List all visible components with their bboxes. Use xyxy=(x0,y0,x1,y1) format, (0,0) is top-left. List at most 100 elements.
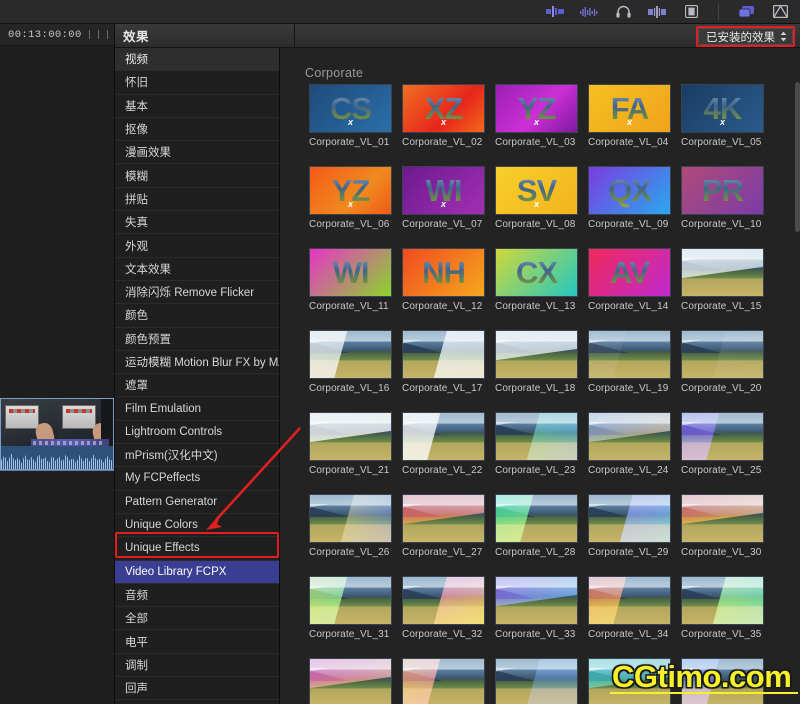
effect-thumbnail[interactable] xyxy=(681,576,764,625)
sidebar-item-22[interactable]: Video Library FCPX xyxy=(115,560,280,584)
grid-scrollbar[interactable] xyxy=(795,82,800,232)
effect-cell[interactable]: 4K x Corporate_VL_05 xyxy=(681,84,764,148)
effect-thumbnail[interactable]: YZ x xyxy=(309,166,392,215)
sidebar-item-11[interactable]: 颜色 xyxy=(115,304,280,328)
headphones-icon[interactable] xyxy=(613,4,633,19)
effect-thumbnail[interactable] xyxy=(495,494,578,543)
effect-cell[interactable]: Corporate_VL_25 xyxy=(681,412,764,476)
sidebar-item-27[interactable]: 回声 xyxy=(115,677,280,701)
effect-cell[interactable]: Corporate_VL_26 xyxy=(309,494,392,558)
effect-cell[interactable]: Corporate_VL_28 xyxy=(495,494,578,558)
effect-thumbnail[interactable] xyxy=(588,412,671,461)
effect-cell[interactable]: WI Corporate_VL_11 xyxy=(309,248,392,312)
effects-browser-icon[interactable] xyxy=(736,4,756,19)
effect-thumbnail[interactable]: PR xyxy=(681,166,764,215)
transitions-browser-icon[interactable] xyxy=(770,4,790,19)
sidebar-item-26[interactable]: 调制 xyxy=(115,654,280,678)
effect-cell[interactable]: QX Corporate_VL_09 xyxy=(588,166,671,230)
effect-thumbnail[interactable] xyxy=(402,658,485,704)
effect-thumbnail[interactable]: NH xyxy=(402,248,485,297)
effect-thumbnail[interactable] xyxy=(402,494,485,543)
effect-cell[interactable]: Corporate_VL_29 xyxy=(588,494,671,558)
effect-thumbnail[interactable]: AV xyxy=(588,248,671,297)
effect-cell[interactable]: Corporate_VL_19 xyxy=(588,330,671,394)
effect-thumbnail[interactable] xyxy=(588,330,671,379)
effect-cell[interactable]: Corporate_VL_27 xyxy=(402,494,485,558)
effect-thumbnail[interactable]: SV x xyxy=(495,166,578,215)
effect-cell[interactable]: FA x Corporate_VL_04 xyxy=(588,84,671,148)
sidebar-item-6[interactable]: 拼贴 xyxy=(115,188,280,212)
effect-thumbnail[interactable] xyxy=(681,412,764,461)
effect-thumbnail[interactable] xyxy=(309,412,392,461)
sidebar-item-14[interactable]: 遮罩 xyxy=(115,374,280,398)
effect-cell[interactable]: Corporate_VL_22 xyxy=(402,412,485,476)
effect-cell[interactable]: WI x Corporate_VL_07 xyxy=(402,166,485,230)
effect-thumbnail[interactable]: WI x xyxy=(402,166,485,215)
effect-thumbnail[interactable]: XZ x xyxy=(402,84,485,133)
effects-grid[interactable]: Corporate CS x Corporate_VL_01 XZ x Corporate… xyxy=(296,48,800,704)
effect-thumbnail[interactable] xyxy=(402,576,485,625)
sidebar-item-13[interactable]: 运动模糊 Motion Blur FX by MA xyxy=(115,351,280,375)
audio-meters-icon[interactable] xyxy=(545,4,565,19)
effect-thumbnail[interactable]: WI xyxy=(309,248,392,297)
effect-thumbnail[interactable] xyxy=(588,576,671,625)
sidebar-item-19[interactable]: Pattern Generator xyxy=(115,491,280,514)
sidebar-item-15[interactable]: Film Emulation xyxy=(115,397,280,421)
effect-cell[interactable]: Corporate_VL_35 xyxy=(681,576,764,640)
timeline-clip[interactable] xyxy=(0,398,114,470)
sidebar-item-5[interactable]: 模糊 xyxy=(115,164,280,188)
effect-thumbnail[interactable] xyxy=(681,330,764,379)
effect-thumbnail[interactable]: YZ x xyxy=(495,84,578,133)
effect-thumbnail[interactable]: FA x xyxy=(588,84,671,133)
sidebar-item-1[interactable]: 怀旧 xyxy=(115,71,280,95)
effect-thumbnail[interactable] xyxy=(402,330,485,379)
sidebar-item-21[interactable]: Unique Effects xyxy=(115,537,280,561)
effect-cell[interactable]: Corporate_VL_20 xyxy=(681,330,764,394)
effect-thumbnail[interactable]: 4K x xyxy=(681,84,764,133)
sidebar-item-0[interactable]: 视频 xyxy=(115,48,280,72)
sidebar-item-24[interactable]: 全部 xyxy=(115,607,280,631)
effect-cell[interactable]: YZ x Corporate_VL_03 xyxy=(495,84,578,148)
effect-cell[interactable]: SV x Corporate_VL_08 xyxy=(495,166,578,230)
effect-thumbnail[interactable] xyxy=(495,576,578,625)
effect-cell[interactable]: Corporate_VL_33 xyxy=(495,576,578,640)
effect-thumbnail[interactable] xyxy=(588,494,671,543)
effect-thumbnail[interactable] xyxy=(309,494,392,543)
effect-cell[interactable]: YZ x Corporate_VL_06 xyxy=(309,166,392,230)
effect-thumbnail[interactable]: QX xyxy=(588,166,671,215)
effect-cell[interactable]: CS x Corporate_VL_01 xyxy=(309,84,392,148)
sidebar-item-17[interactable]: mPrism(汉化中文) xyxy=(115,444,280,468)
effect-cell[interactable]: Corporate_VL_24 xyxy=(588,412,671,476)
effect-cell[interactable]: Corporate_VL_21 xyxy=(309,412,392,476)
installed-effects-dropdown[interactable]: 已安装的效果 xyxy=(698,28,793,45)
effect-thumbnail[interactable] xyxy=(309,576,392,625)
effect-cell[interactable]: Corporate_VL_18 xyxy=(495,330,578,394)
effect-cell[interactable]: CX Corporate_VL_13 xyxy=(495,248,578,312)
sidebar-item-9[interactable]: 文本效果 xyxy=(115,258,280,281)
sidebar-item-16[interactable]: Lightroom Controls xyxy=(115,421,280,445)
sidebar-item-4[interactable]: 漫画效果 xyxy=(115,141,280,165)
effect-cell[interactable]: Corporate_VL_32 xyxy=(402,576,485,640)
sidebar-item-10[interactable]: 消除闪烁 Remove Flicker xyxy=(115,281,280,305)
sidebar-item-23[interactable]: 音频 xyxy=(115,584,280,608)
effect-thumbnail[interactable] xyxy=(495,330,578,379)
effects-category-sidebar[interactable]: 视频 怀旧 基本 抠像 漫画效果 模糊 拼贴 失真 外观 文本效果 消除闪烁 Remove Flic… xyxy=(115,48,280,704)
effect-thumbnail[interactable] xyxy=(309,658,392,704)
audio-enhance-icon[interactable] xyxy=(647,4,667,19)
audio-waveform-icon[interactable] xyxy=(579,4,599,19)
effect-cell[interactable]: PR Corporate_VL_10 xyxy=(681,166,764,230)
sidebar-item-7[interactable]: 失真 xyxy=(115,211,280,235)
sidebar-item-8[interactable]: 外观 xyxy=(115,234,280,258)
effect-thumbnail[interactable] xyxy=(402,412,485,461)
effect-cell[interactable]: Corporate_VL_37 xyxy=(402,658,485,704)
sidebar-item-25[interactable]: 电平 xyxy=(115,630,280,654)
effect-thumbnail[interactable] xyxy=(495,658,578,704)
sidebar-item-2[interactable]: 基本 xyxy=(115,95,280,118)
sidebar-item-3[interactable]: 抠像 xyxy=(115,118,280,142)
effect-thumbnail[interactable] xyxy=(681,494,764,543)
effect-thumbnail[interactable] xyxy=(309,330,392,379)
sidebar-item-12[interactable]: 颜色预置 xyxy=(115,328,280,351)
sidebar-item-28[interactable]: 空间 xyxy=(115,700,280,704)
effect-cell[interactable]: Corporate_VL_15 xyxy=(681,248,764,312)
effect-cell[interactable]: Corporate_VL_36 xyxy=(309,658,392,704)
